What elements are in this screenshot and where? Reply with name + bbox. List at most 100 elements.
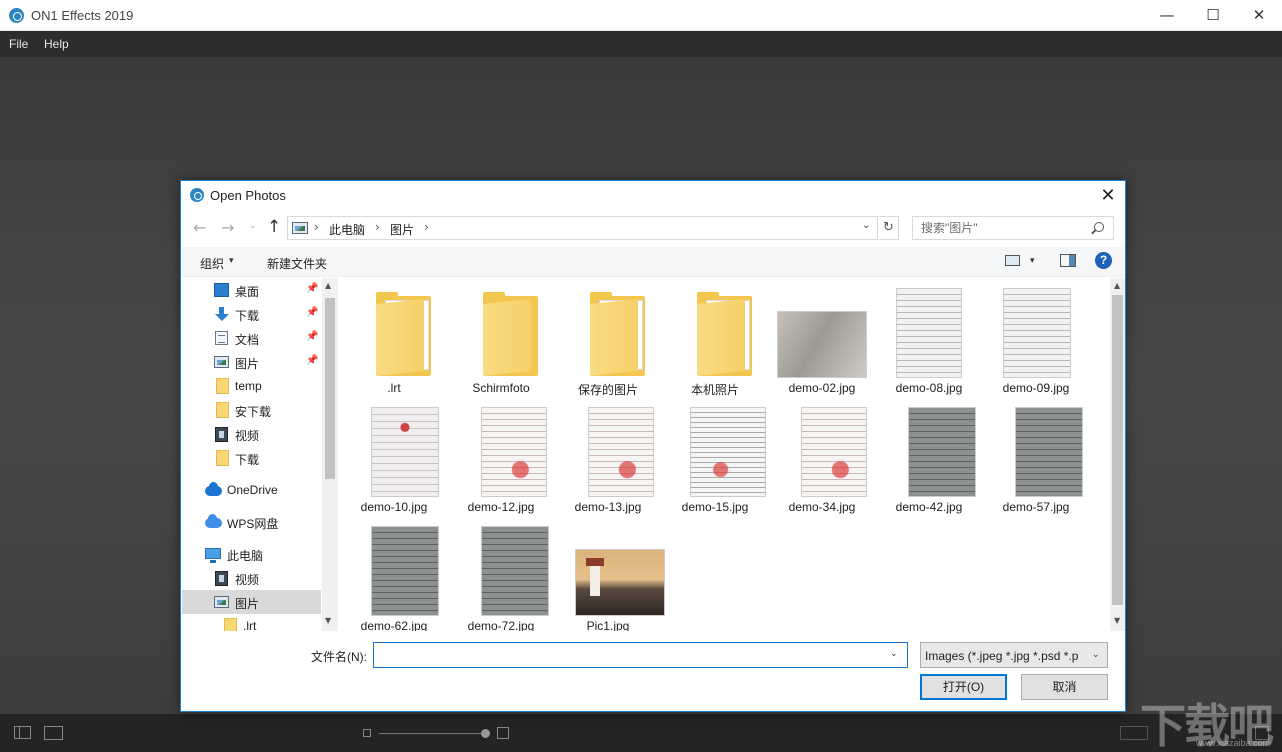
file-type-select[interactable]: Images (*.jpeg *.jpg *.psd *.p ⌄ [920,642,1108,668]
cancel-button[interactable]: 取消 [1021,674,1108,700]
nav-item-download-folder[interactable]: 下载 [182,446,321,470]
search-input[interactable] [913,217,1089,239]
chevron-down-icon[interactable]: ⌄ [890,649,898,659]
file-item[interactable]: demo-13.jpg [555,397,661,515]
nav-item-onedrive[interactable]: OneDrive [182,478,321,502]
menu-help[interactable]: Help [44,37,69,51]
file-list: .lrt Schirmfoto 保存的图片 本机照片 demo-02.jpg d… [341,278,1109,631]
new-folder-button[interactable]: 新建文件夹 [267,255,327,272]
nav-item-desktop[interactable]: 桌面 📌 [182,278,321,302]
nav-item-temp[interactable]: temp [182,374,321,398]
image-thumbnail [801,407,867,497]
nav-item-anxiazai[interactable]: 安下载 [182,398,321,422]
view-options-caret-icon[interactable]: ▾ [1030,256,1035,266]
nav-item-pc-videos[interactable]: 视频 [182,566,321,590]
organize-caret-icon[interactable]: ▾ [229,256,234,266]
file-item[interactable]: 本机照片 [662,278,768,397]
menu-file[interactable]: File [9,37,28,51]
scroll-up-icon[interactable]: ▲ [1114,281,1120,290]
search-box[interactable] [912,216,1114,240]
file-item[interactable]: Schirmfoto [448,278,554,396]
nav-item-label: WPS网盘 [227,517,279,531]
file-item[interactable]: demo-15.jpg [662,397,768,515]
recent-locations-icon[interactable]: ⌄ [249,221,257,231]
file-list-scrollbar[interactable]: ▲ ▼ [1110,278,1125,631]
breadcrumb-separator-icon[interactable]: › [375,220,380,234]
dialog-title: Open Photos [210,188,286,203]
file-item[interactable]: 保存的图片 [555,278,661,397]
file-item[interactable]: demo-12.jpg [448,397,554,515]
file-item[interactable]: .lrt [341,278,447,396]
scroll-up-icon[interactable]: ▲ [325,281,331,290]
nav-item-documents[interactable]: 文档 📌 [182,326,321,350]
breadcrumb-separator-icon[interactable]: › [424,220,429,234]
image-thumbnail [896,288,962,378]
file-item[interactable]: demo-09.jpg [983,278,1089,396]
maximize-button[interactable]: ☐ [1190,0,1236,31]
nav-item-lrt[interactable]: .lrt [182,614,321,631]
help-icon[interactable]: ? [1095,252,1112,269]
wps-cloud-icon [205,514,222,528]
image-thumbnail [690,407,766,497]
zoom-slider-handle[interactable] [481,729,490,738]
change-view-icon[interactable] [1005,255,1020,266]
close-window-button[interactable]: ✕ [1236,0,1282,31]
back-arrow-icon[interactable]: ← [193,218,206,237]
nav-item-label: OneDrive [227,483,278,497]
address-bar[interactable]: › 此电脑 › 图片 › ⌄ [287,216,878,240]
file-item[interactable]: demo-57.jpg [983,397,1089,515]
zoom-out-icon[interactable] [363,729,371,737]
scroll-down-icon[interactable]: ▼ [1114,616,1120,625]
nav-item-downloads[interactable]: 下载 📌 [182,302,321,326]
view-mode-icon[interactable] [44,726,63,740]
file-item[interactable]: demo-02.jpg [769,278,875,396]
nav-item-wps-cloud[interactable]: WPS网盘 [182,510,321,534]
open-photos-dialog: Open Photos ✕ ← → ⌄ ↑ › 此电脑 › 图片 › ⌄ ↻ 组… [180,180,1126,712]
forward-arrow-icon[interactable]: → [221,218,234,237]
nav-item-pictures[interactable]: 图片 📌 [182,350,321,374]
folder-icon [216,402,229,418]
file-name: .lrt [387,381,401,395]
breadcrumb-separator-icon[interactable]: › [314,220,319,234]
nav-item-this-pc[interactable]: 此电脑 [182,542,321,566]
scroll-down-icon[interactable]: ▼ [325,616,331,625]
nav-item-label: 下载 [235,309,260,323]
file-list-scrollbar-thumb[interactable] [1112,295,1123,605]
dialog-app-icon [190,188,204,202]
minimize-button[interactable]: — [1144,0,1190,31]
dialog-close-button[interactable]: ✕ [1091,183,1125,209]
file-type-value: Images (*.jpeg *.jpg *.psd *.p [925,649,1079,663]
search-icon[interactable] [1094,222,1104,232]
address-dropdown-icon[interactable]: ⌄ [862,220,870,231]
file-name: 本机照片 [690,383,739,397]
folder-front [697,298,745,376]
file-item[interactable]: demo-08.jpg [876,278,982,396]
preview-pane-icon[interactable] [1060,254,1076,267]
filename-input[interactable] [374,643,884,667]
nav-scrollbar-thumb[interactable] [325,298,335,479]
toggle-panel-icon[interactable] [14,726,31,739]
on1-app-icon [9,8,24,23]
zoom-slider-track[interactable] [379,733,486,734]
breadcrumb-this-pc[interactable]: 此电脑 [329,221,365,238]
nav-item-videos[interactable]: 视频 [182,422,321,446]
folder-icon [224,618,237,631]
file-item[interactable]: demo-72.jpg [448,516,554,631]
file-item[interactable]: Pic1.jpg [555,516,665,631]
nav-item-pc-pictures[interactable]: 图片 [182,590,321,614]
file-item[interactable]: demo-10.jpg [341,397,447,515]
file-item[interactable]: demo-34.jpg [769,397,875,515]
organize-button[interactable]: 组织 [200,255,224,272]
file-name: Schirmfoto [472,381,530,395]
zoom-in-icon[interactable] [497,727,509,739]
file-item[interactable]: demo-42.jpg [876,397,982,515]
refresh-button[interactable]: ↻ [879,216,899,240]
up-arrow-icon[interactable]: ↑ [267,217,281,237]
file-item[interactable]: demo-62.jpg [341,516,447,631]
nav-scrollbar[interactable]: ▲ ▼ [322,278,338,631]
chevron-down-icon[interactable]: ⌄ [1092,650,1100,660]
open-button[interactable]: 打开(O) [920,674,1007,700]
file-name: demo-02.jpg [788,381,856,395]
breadcrumb-pictures[interactable]: 图片 [390,221,414,238]
filename-combobox[interactable]: ⌄ [373,642,908,668]
